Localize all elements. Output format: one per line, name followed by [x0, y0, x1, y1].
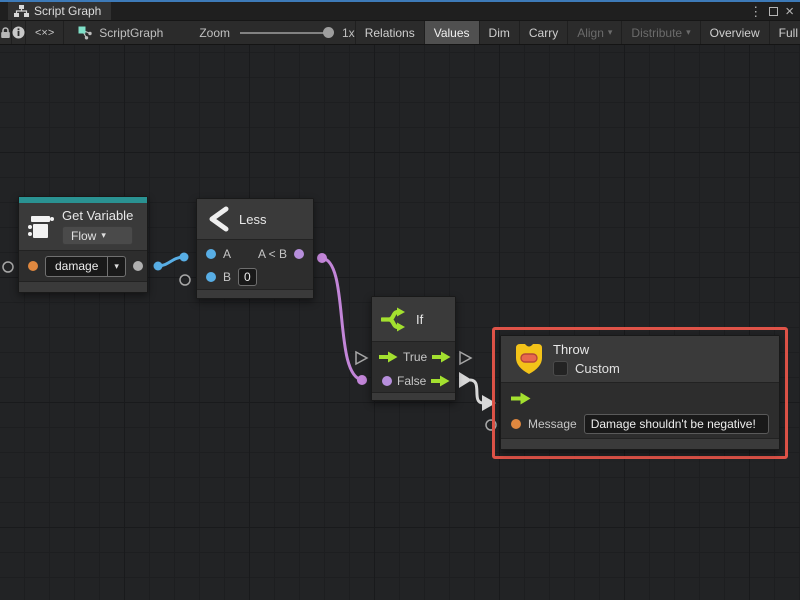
graph-hierarchy-icon: [14, 5, 29, 18]
node-less[interactable]: Less A A < B B 0: [196, 198, 314, 299]
message-field[interactable]: Damage shouldn't be negative!: [584, 414, 769, 434]
graph-toolbar: <×> ScriptGraph Zoom 1x Relations Values…: [0, 20, 800, 45]
overview-button[interactable]: Overview: [701, 21, 770, 44]
wire-if-false-to-throw[interactable]: [459, 372, 496, 411]
input-port-a[interactable]: [206, 249, 216, 259]
chevron-down-icon: ▾: [686, 27, 691, 38]
flow-input-port[interactable]: [379, 351, 398, 363]
variable-kind-dropdown[interactable]: Flow ▾: [62, 226, 133, 245]
value-output-port[interactable]: [133, 261, 143, 271]
throw-shield-icon: [513, 342, 545, 376]
relations-button[interactable]: Relations: [355, 21, 425, 44]
more-menu-icon[interactable]: ⋮: [749, 5, 762, 18]
wire-less-to-if-condition[interactable]: [317, 253, 367, 385]
unconnected-flow-port-left-of-if[interactable]: [356, 352, 367, 364]
wire-damage-to-less-a[interactable]: [154, 253, 189, 271]
less-than-icon: [207, 206, 231, 232]
node-title: Less: [239, 212, 266, 227]
custom-checkbox[interactable]: [553, 361, 568, 376]
port-label: A: [223, 247, 231, 261]
node-title: If: [416, 312, 423, 327]
custom-label: Custom: [575, 361, 620, 376]
unconnected-port-ring[interactable]: [180, 275, 190, 285]
input-port-b[interactable]: [206, 272, 216, 282]
variable-name-dropdown[interactable]: damage ▾: [45, 256, 126, 277]
unconnected-port-ring[interactable]: [486, 420, 496, 430]
full-screen-button[interactable]: Full Screen: [770, 21, 800, 44]
node-title: Throw: [553, 342, 620, 357]
variable-name-input-port[interactable]: [28, 261, 38, 271]
chevron-down-icon: ▾: [608, 27, 613, 38]
tab-title: Script Graph: [34, 4, 101, 18]
close-icon[interactable]: ×: [785, 4, 794, 19]
info-button[interactable]: [12, 21, 26, 44]
values-button[interactable]: Values: [425, 21, 480, 44]
flow-input-port[interactable]: [511, 392, 531, 405]
variable-icon: [27, 213, 54, 241]
b-value-field[interactable]: 0: [238, 268, 257, 286]
lock-icon: [0, 27, 11, 39]
graph-canvas[interactable]: Get Variable Flow ▾ damage ▾: [0, 45, 800, 600]
distribute-button[interactable]: Distribute ▾: [622, 21, 700, 44]
window-controls: ⋮ ×: [749, 2, 800, 20]
code-icon: <×>: [35, 27, 54, 39]
port-label: Message: [528, 417, 577, 431]
info-icon: [12, 26, 25, 39]
chevron-down-icon: ▾: [107, 257, 125, 276]
false-output-port[interactable]: [431, 375, 450, 387]
port-label: A < B: [258, 247, 287, 261]
chevron-down-icon: ▾: [101, 230, 106, 241]
script-graph-icon: [78, 26, 93, 40]
zoom-label: Zoom: [199, 26, 230, 40]
graph-name-label: ScriptGraph: [99, 26, 163, 40]
code-preview-button[interactable]: <×>: [26, 21, 64, 44]
port-label: False: [397, 374, 426, 388]
lock-button[interactable]: [0, 21, 12, 44]
carry-button[interactable]: Carry: [520, 21, 568, 44]
result-output-port[interactable]: [294, 249, 304, 259]
script-graph-window: Script Graph ⋮ × <×>: [0, 0, 800, 600]
condition-input-port[interactable]: [382, 376, 392, 386]
zoom-slider-handle[interactable]: [323, 27, 334, 38]
maximize-icon[interactable]: [769, 7, 778, 16]
window-tab-bar: Script Graph ⋮ ×: [0, 2, 800, 20]
zoom-slider[interactable]: [240, 32, 332, 34]
branch-icon: [381, 306, 408, 333]
node-throw[interactable]: Throw Custom Message Damage shouldn't be…: [500, 335, 780, 450]
unconnected-port-ring[interactable]: [3, 262, 13, 272]
tab-script-graph[interactable]: Script Graph: [8, 2, 111, 20]
align-button[interactable]: Align ▾: [568, 21, 622, 44]
node-title: Get Variable: [62, 208, 133, 223]
port-label: True: [403, 350, 427, 364]
zoom-value: 1x: [342, 26, 355, 40]
node-if[interactable]: If True False: [371, 296, 456, 401]
true-output-port[interactable]: [432, 351, 451, 363]
unconnected-flow-port-right-of-if[interactable]: [460, 352, 471, 364]
node-get-variable[interactable]: Get Variable Flow ▾ damage ▾: [18, 196, 148, 293]
toolbar-middle-group: ScriptGraph Zoom 1x: [64, 21, 354, 44]
port-label: B: [223, 270, 231, 284]
toolbar-right-group: Relations Values Dim Carry Align ▾ Distr…: [355, 21, 800, 44]
dim-button[interactable]: Dim: [480, 21, 520, 44]
message-input-port[interactable]: [511, 419, 521, 429]
